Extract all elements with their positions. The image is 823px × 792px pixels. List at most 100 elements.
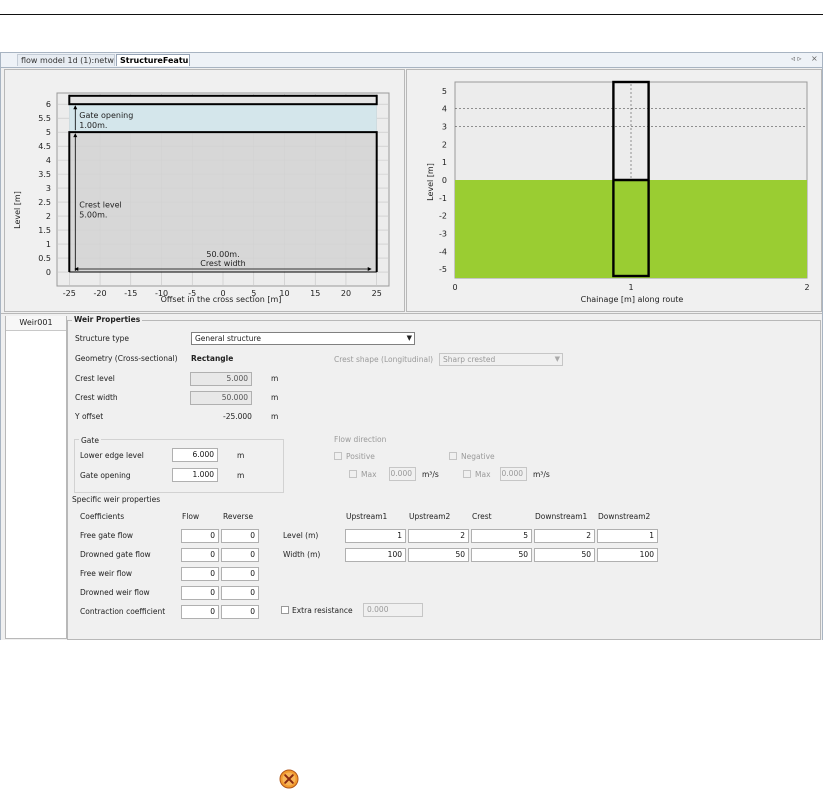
longitudinal-xlabel: Chainage [m] along route: [581, 295, 684, 304]
gate-opening-label: Gate opening: [80, 471, 131, 480]
max-positive-unit: m³/s: [422, 470, 439, 479]
tab-structure-feature[interactable]: StructureFeature: [116, 54, 190, 66]
cross-section-y-tick-label: 3.5: [38, 170, 51, 179]
water-fill: [455, 180, 807, 278]
crest-shape-label: Crest shape (Longitudinal): [334, 355, 434, 364]
coefficient-flow-field[interactable]: 0: [181, 586, 219, 600]
width-value-field[interactable]: 50: [408, 548, 469, 562]
level-value-field[interactable]: 2: [408, 529, 469, 543]
col-flow: Flow: [182, 512, 200, 521]
tab-scroll-arrows-icon[interactable]: ◃ ▹: [791, 54, 802, 63]
cross-section-x-tick-label: -15: [124, 289, 137, 298]
width-value-field[interactable]: 100: [597, 548, 658, 562]
coefficient-flow-field[interactable]: 0: [181, 548, 219, 562]
lower-edge-level-label: Lower edge level: [80, 451, 144, 460]
level-header-downstream1: Downstream1: [535, 512, 588, 521]
longitudinal-y-tick-label: 5: [442, 87, 447, 96]
lower-edge-level-field[interactable]: 6.000: [172, 448, 218, 462]
cross-section-ylabel: Level [m]: [13, 191, 22, 229]
close-tab-icon[interactable]: ×: [811, 54, 818, 63]
structure-list-item[interactable]: Weir001: [6, 316, 66, 331]
coefficient-reverse-field[interactable]: 0: [221, 605, 259, 619]
level-header-crest: Crest: [472, 512, 492, 521]
positive-checkbox[interactable]: [334, 452, 342, 460]
cross-section-shapes: [68, 94, 378, 273]
weir-properties-title: Weir Properties: [72, 315, 143, 324]
longitudinal-y-tick-label: 3: [442, 123, 447, 132]
max-negative-label: Max: [475, 470, 491, 479]
specific-weir-title: Specific weir properties: [72, 495, 161, 504]
properties-area: Weir001 Weir Properties Structure type G…: [1, 313, 822, 640]
cross-section-x-tick-label: -20: [93, 289, 106, 298]
longitudinal-y-tick-label: -4: [439, 247, 447, 256]
crest-width-value: 50.00m.: [206, 250, 239, 259]
max-negative-checkbox[interactable]: [463, 470, 471, 478]
crest-width-title: Crest width: [200, 259, 246, 268]
tab-flow-model[interactable]: flow model 1d (1):networ: [17, 54, 115, 66]
lower-edge-level-unit: m: [237, 451, 245, 460]
width-value-field[interactable]: 100: [345, 548, 406, 562]
coefficient-label: Free weir flow: [80, 569, 133, 578]
width-value-field[interactable]: 50: [534, 548, 595, 562]
gate-opening-unit: m: [237, 471, 245, 480]
negative-checkbox[interactable]: [449, 452, 457, 460]
level-value-field[interactable]: 1: [345, 529, 406, 543]
structure-list: Weir001: [5, 316, 67, 639]
extra-resistance-checkbox[interactable]: [281, 606, 289, 614]
col-reverse: Reverse: [223, 512, 254, 521]
extra-resistance-field[interactable]: 0.000: [363, 603, 423, 617]
coefficient-flow-field[interactable]: 0: [181, 567, 219, 581]
coefficient-flow-field[interactable]: 0: [181, 605, 219, 619]
page-top-rule: [0, 14, 823, 15]
max-positive-checkbox[interactable]: [349, 470, 357, 478]
gate-opening-field[interactable]: 1.000: [172, 468, 218, 482]
longitudinal-y-tick-label: 2: [442, 140, 447, 149]
crest-shape-value: Sharp crested: [443, 355, 496, 364]
cross-section-x-tick-label: 20: [341, 289, 351, 298]
error-circle-icon[interactable]: [278, 768, 300, 790]
cross-section-y-tick-label: 3: [46, 184, 51, 193]
weir-properties-group: Weir Properties Structure type General s…: [67, 315, 821, 640]
longitudinal-chart-panel: 0 1 2 -5 -4 -3 -2 -1 0 1 2 3 4 5 Chainage [m] along r…: [406, 69, 822, 312]
crest-shape-dropdown[interactable]: Sharp crested ▼: [439, 353, 563, 366]
structure-feature-window: flow model 1d (1):networ StructureFeatur…: [0, 52, 823, 640]
geometry-label: Geometry (Cross-sectional): [75, 354, 178, 363]
cross-section-y-tick-label: 0.5: [38, 254, 51, 263]
structure-type-dropdown[interactable]: General structure ▼: [191, 332, 415, 345]
level-value-field[interactable]: 1: [597, 529, 658, 543]
col-coefficients: Coefficients: [80, 512, 125, 521]
crest-level-value: 5.00m.: [79, 211, 107, 220]
max-positive-field[interactable]: 0.000: [389, 467, 416, 481]
coefficient-flow-field[interactable]: 0: [181, 529, 219, 543]
flow-direction-title: Flow direction: [334, 435, 387, 444]
extra-resistance-label: Extra resistance: [292, 606, 353, 615]
coefficient-reverse-field[interactable]: 0: [221, 529, 259, 543]
cross-section-y-tick-label: 0: [46, 268, 51, 277]
cross-section-y-tick-label: 5: [46, 128, 51, 137]
level-value-field[interactable]: 2: [534, 529, 595, 543]
coefficient-reverse-field[interactable]: 0: [221, 548, 259, 562]
level-header-downstream2: Downstream2: [598, 512, 651, 521]
longitudinal-chart: 0 1 2 -5 -4 -3 -2 -1 0 1 2 3 4 5 Chainage [m] along r…: [426, 80, 810, 304]
longitudinal-ylabel: Level [m]: [426, 163, 435, 201]
document-tab-strip: flow model 1d (1):networ StructureFeatur…: [1, 53, 822, 68]
level-value-field[interactable]: 5: [471, 529, 532, 543]
y-offset-label: Y offset: [75, 412, 104, 421]
cross-section-xlabel: Offset in the cross section [m]: [161, 295, 282, 304]
cross-section-x-tick-label: 15: [310, 289, 320, 298]
chevron-down-icon: ▼: [406, 334, 412, 342]
crest-width-field[interactable]: 50.000: [190, 391, 252, 405]
max-negative-field[interactable]: 0.000: [500, 467, 527, 481]
crest-level-field[interactable]: 5.000: [190, 372, 252, 386]
level-header-upstream2: Upstream2: [409, 512, 451, 521]
positive-label: Positive: [346, 452, 375, 461]
gate-opening-title: Gate opening: [79, 111, 133, 120]
y-offset-unit: m: [271, 412, 279, 421]
negative-label: Negative: [461, 452, 495, 461]
coefficient-reverse-field[interactable]: 0: [221, 567, 259, 581]
width-value-field[interactable]: 50: [471, 548, 532, 562]
coefficient-reverse-field[interactable]: 0: [221, 586, 259, 600]
gate-group: Gate Lower edge level 6.000 m Gate openi…: [74, 436, 284, 493]
crest-level-label: Crest level: [75, 374, 115, 383]
crest-width-label: Crest width: [75, 393, 118, 402]
